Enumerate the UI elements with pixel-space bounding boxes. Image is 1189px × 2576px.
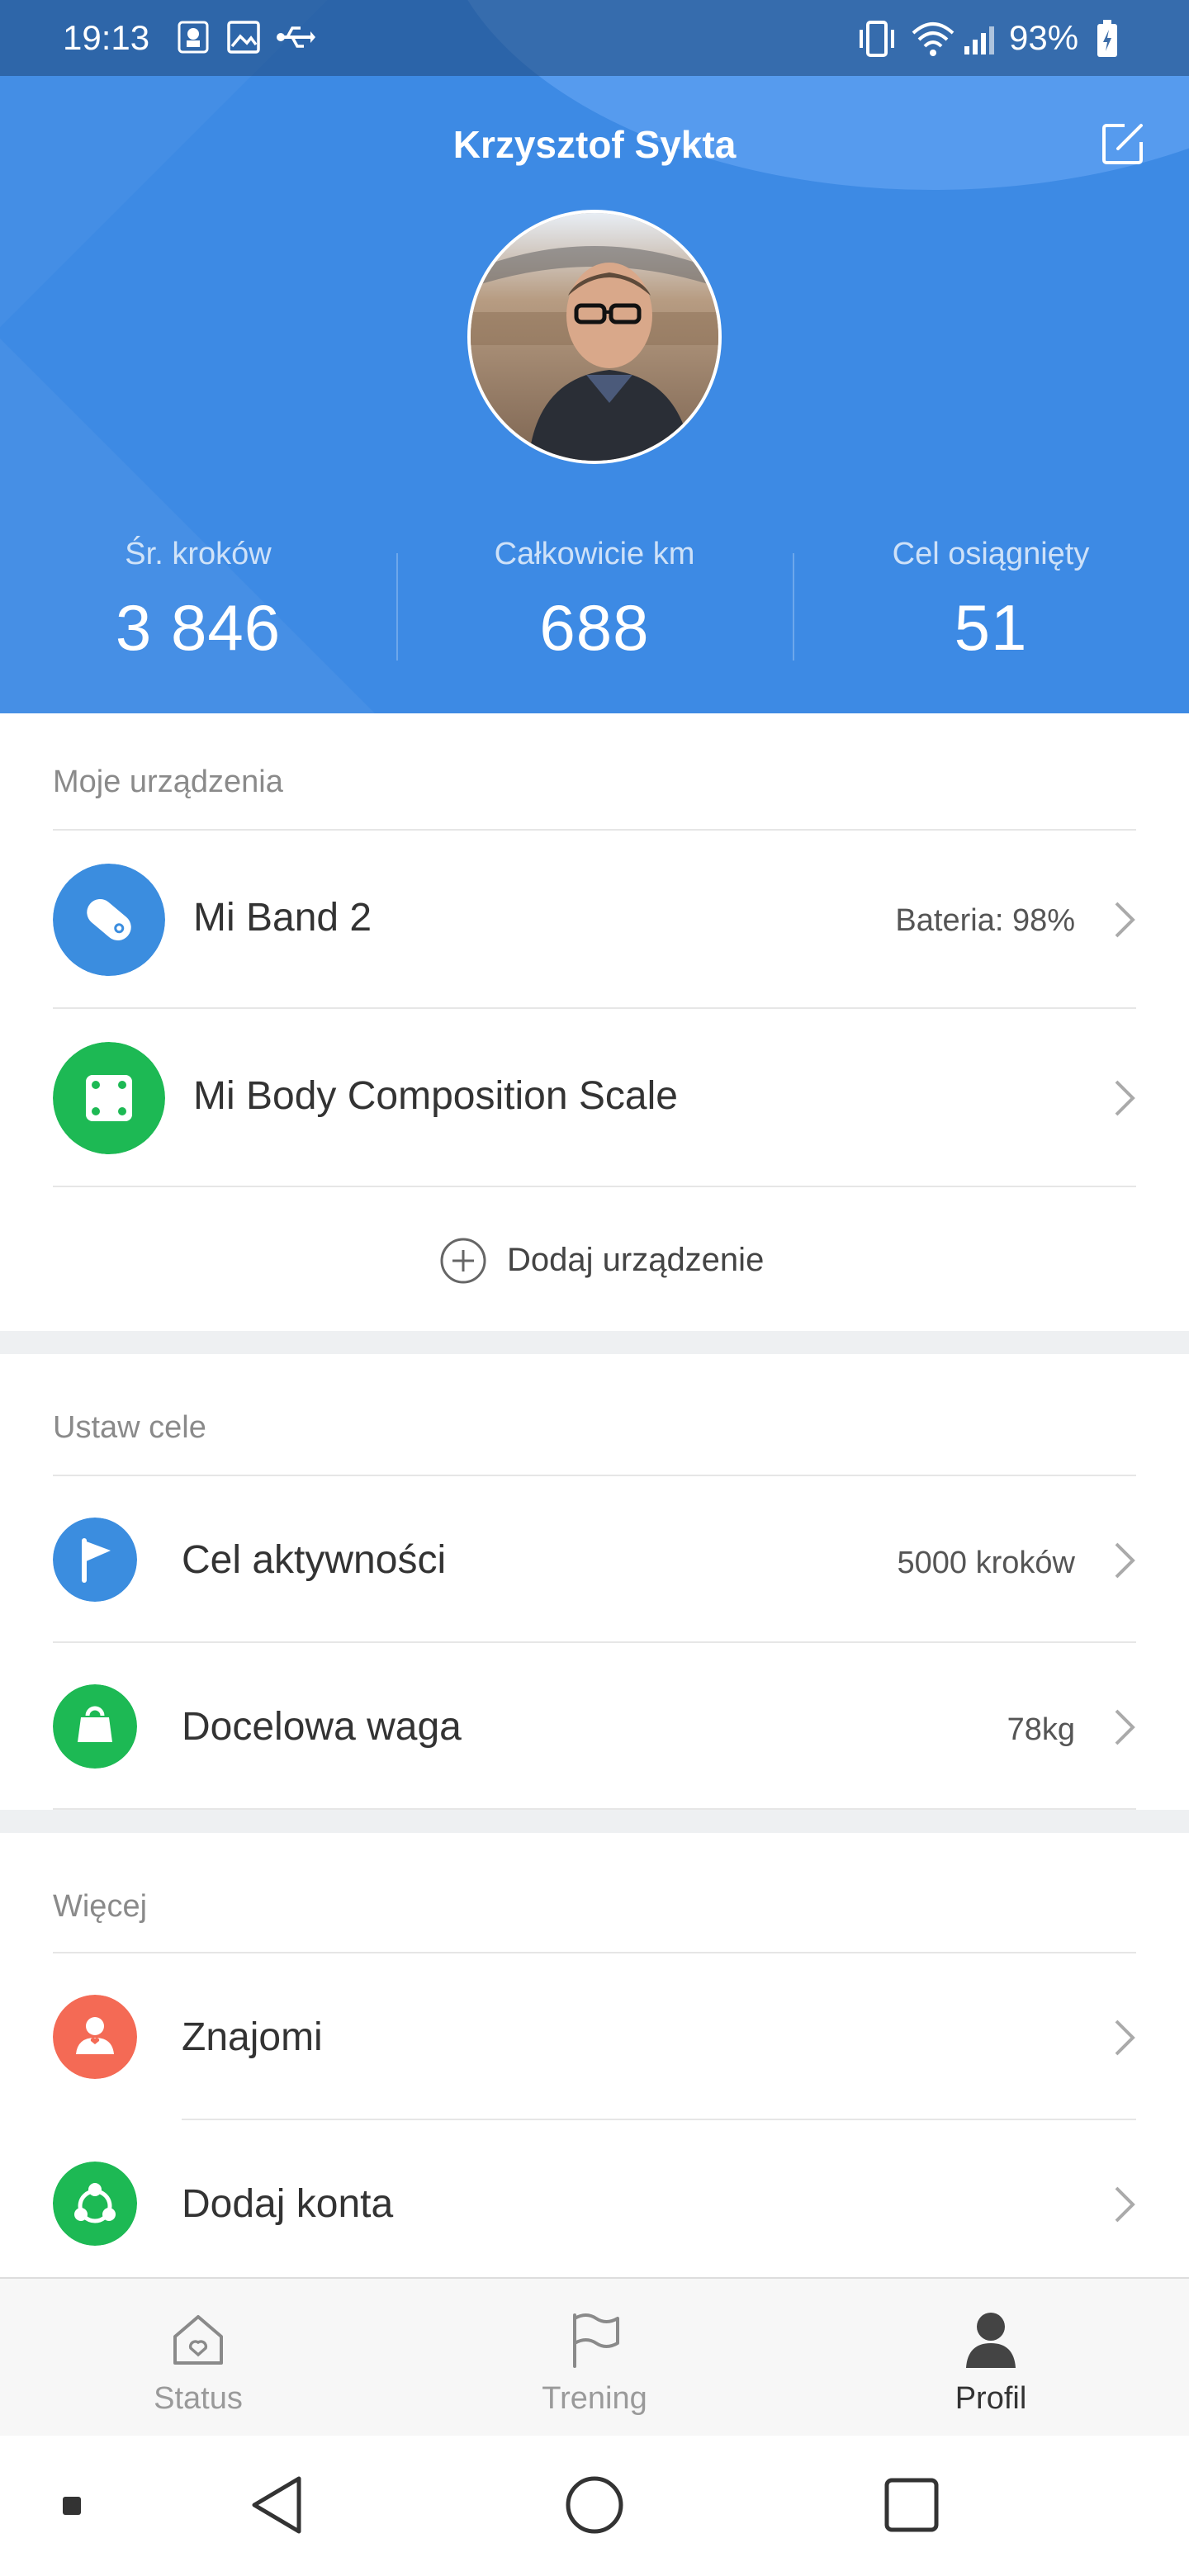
tab-label: Profil: [955, 2381, 1027, 2416]
chevron-right-icon: [1115, 1542, 1135, 1579]
goal-name: Docelowa waga: [182, 1705, 462, 1749]
device-battery: Bateria: 98%: [895, 903, 1075, 938]
tab-profil[interactable]: Profil: [793, 2279, 1189, 2436]
band-icon: [53, 864, 165, 976]
stat-label: Śr. kroków: [125, 537, 272, 571]
goal-value: 78kg: [1007, 1712, 1075, 1747]
tab-label: Trening: [542, 2381, 647, 2416]
stat-total-km: Całkowicie km 688: [396, 537, 793, 665]
chevron-right-icon: [1115, 902, 1135, 938]
accounts-icon: [53, 2162, 137, 2246]
divider: [53, 1186, 1136, 1187]
signal-icon: [964, 26, 994, 54]
add-device-label: Dodaj urządzenie: [507, 1242, 765, 1278]
device-row-scale[interactable]: Mi Body Composition Scale: [0, 1009, 1189, 1186]
system-nav-bar: [0, 2436, 1189, 2576]
flag-icon: [53, 1518, 137, 1602]
stat-avg-steps: Śr. kroków 3 846: [0, 537, 396, 665]
usb-icon: [277, 26, 315, 48]
home-circle-icon[interactable]: [565, 2475, 624, 2535]
stat-value: 688: [539, 591, 650, 664]
vibrate-icon: [860, 21, 894, 57]
more-row-friends[interactable]: Znajomi: [0, 1953, 1189, 2119]
scale-icon: [53, 1042, 165, 1154]
person-icon: [966, 2313, 1016, 2368]
goal-row-activity[interactable]: Cel aktywności 5000 kroków: [0, 1476, 1189, 1641]
add-device-button[interactable]: Dodaj urządzenie: [0, 1235, 1189, 1293]
tab-label: Status: [154, 2381, 243, 2416]
section-gap: [0, 1810, 1189, 1833]
avatar-photo: [471, 213, 718, 461]
more-item-name: Dodaj konta: [182, 2182, 394, 2226]
add-circle-icon: [440, 1238, 486, 1284]
scissors-notification-icon: [178, 21, 209, 54]
wifi-icon: [912, 22, 955, 56]
goal-row-weight[interactable]: Docelowa waga 78kg: [0, 1643, 1189, 1808]
battery-percent: 93%: [1009, 18, 1079, 57]
home-icon: [173, 2315, 223, 2365]
chevron-right-icon: [1115, 2186, 1135, 2223]
chevron-right-icon: [1115, 2020, 1135, 2056]
section-gap: [0, 1331, 1189, 1354]
section-title-more: Więcej: [53, 1889, 148, 1924]
menu-dot-icon[interactable]: [63, 2497, 81, 2515]
stat-label: Całkowicie km: [494, 537, 695, 571]
bottom-tab-bar: Status Trening Profil: [0, 2277, 1189, 2436]
status-bar: 19:13 93%: [0, 0, 1189, 76]
stat-label: Cel osiągnięty: [892, 537, 1090, 571]
weight-icon: [53, 1684, 137, 1769]
stat-value: 3 846: [115, 591, 282, 664]
battery-icon: [1097, 20, 1117, 57]
device-name: Mi Body Composition Scale: [193, 1074, 678, 1118]
image-notification-icon: [227, 21, 260, 54]
stat-goal-reached: Cel osiągnięty 51: [793, 537, 1189, 665]
goal-name: Cel aktywności: [182, 1538, 447, 1582]
goal-value: 5000 kroków: [897, 1546, 1075, 1580]
recents-icon[interactable]: [883, 2477, 940, 2533]
more-item-name: Znajomi: [182, 2015, 323, 2059]
device-name: Mi Band 2: [193, 896, 372, 940]
tab-status[interactable]: Status: [0, 2279, 396, 2436]
flag-outline-icon: [573, 2313, 619, 2368]
back-icon[interactable]: [248, 2474, 306, 2536]
friends-icon: [53, 1995, 137, 2079]
stat-value: 51: [954, 591, 1028, 664]
chevron-right-icon: [1115, 1709, 1135, 1745]
profile-stats: Śr. kroków 3 846 Całkowicie km 688 Cel o…: [0, 537, 1189, 702]
profile-name: Krzysztof Sykta: [452, 123, 737, 166]
chevron-right-icon: [1115, 1080, 1135, 1116]
status-time: 19:13: [63, 18, 150, 57]
tab-trening[interactable]: Trening: [396, 2279, 793, 2436]
device-row-mi-band[interactable]: Mi Band 2 Bateria: 98%: [0, 831, 1189, 1007]
section-title-goals: Ustaw cele: [53, 1410, 206, 1445]
edit-icon[interactable]: [1100, 121, 1146, 167]
section-title-devices: Moje urządzenia: [53, 765, 283, 799]
more-row-add-accounts[interactable]: Dodaj konta: [0, 2120, 1189, 2277]
avatar[interactable]: [467, 210, 722, 464]
profile-header: 19:13 93% Krzysztof Sykta Śr. kroków 3 8…: [0, 0, 1189, 713]
